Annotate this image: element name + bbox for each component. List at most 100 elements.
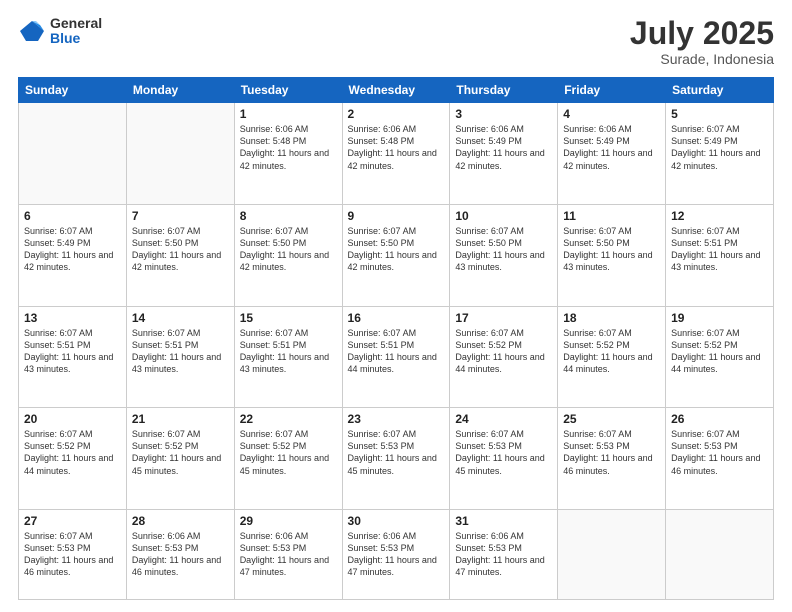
day-cell: 10 Sunrise: 6:07 AM Sunset: 5:50 PM Dayli… bbox=[450, 204, 558, 306]
day-info: Sunrise: 6:07 AM Sunset: 5:53 PM Dayligh… bbox=[671, 428, 768, 477]
day-info: Sunrise: 6:06 AM Sunset: 5:53 PM Dayligh… bbox=[348, 530, 445, 579]
day-number: 11 bbox=[563, 209, 660, 223]
day-number: 27 bbox=[24, 514, 121, 528]
day-number: 17 bbox=[455, 311, 552, 325]
day-number: 13 bbox=[24, 311, 121, 325]
day-info: Sunrise: 6:07 AM Sunset: 5:53 PM Dayligh… bbox=[455, 428, 552, 477]
title-block: July 2025 Surade, Indonesia bbox=[630, 16, 774, 67]
day-cell: 18 Sunrise: 6:07 AM Sunset: 5:52 PM Dayli… bbox=[558, 306, 666, 408]
day-number: 19 bbox=[671, 311, 768, 325]
day-number: 21 bbox=[132, 412, 229, 426]
day-number: 29 bbox=[240, 514, 337, 528]
day-cell bbox=[558, 509, 666, 599]
day-cell: 29 Sunrise: 6:06 AM Sunset: 5:53 PM Dayli… bbox=[234, 509, 342, 599]
logo-blue: Blue bbox=[50, 31, 102, 46]
week-row-2: 6 Sunrise: 6:07 AM Sunset: 5:49 PM Daylig… bbox=[19, 204, 774, 306]
day-number: 8 bbox=[240, 209, 337, 223]
day-info: Sunrise: 6:07 AM Sunset: 5:51 PM Dayligh… bbox=[240, 327, 337, 376]
day-cell: 30 Sunrise: 6:06 AM Sunset: 5:53 PM Dayli… bbox=[342, 509, 450, 599]
day-number: 20 bbox=[24, 412, 121, 426]
day-info: Sunrise: 6:07 AM Sunset: 5:53 PM Dayligh… bbox=[24, 530, 121, 579]
day-number: 30 bbox=[348, 514, 445, 528]
day-number: 23 bbox=[348, 412, 445, 426]
day-number: 25 bbox=[563, 412, 660, 426]
day-info: Sunrise: 6:07 AM Sunset: 5:49 PM Dayligh… bbox=[24, 225, 121, 274]
day-info: Sunrise: 6:07 AM Sunset: 5:52 PM Dayligh… bbox=[671, 327, 768, 376]
day-number: 26 bbox=[671, 412, 768, 426]
day-cell: 31 Sunrise: 6:06 AM Sunset: 5:53 PM Dayli… bbox=[450, 509, 558, 599]
day-number: 24 bbox=[455, 412, 552, 426]
day-cell bbox=[126, 103, 234, 205]
day-cell: 17 Sunrise: 6:07 AM Sunset: 5:52 PM Dayli… bbox=[450, 306, 558, 408]
day-cell: 6 Sunrise: 6:07 AM Sunset: 5:49 PM Daylig… bbox=[19, 204, 127, 306]
day-info: Sunrise: 6:06 AM Sunset: 5:48 PM Dayligh… bbox=[240, 123, 337, 172]
day-number: 6 bbox=[24, 209, 121, 223]
day-cell: 4 Sunrise: 6:06 AM Sunset: 5:49 PM Daylig… bbox=[558, 103, 666, 205]
day-number: 3 bbox=[455, 107, 552, 121]
day-cell: 22Sunrise: 6:07 AM Sunset: 5:52 PM Dayli… bbox=[234, 408, 342, 510]
weekday-header-monday: Monday bbox=[126, 78, 234, 103]
day-cell: 1 Sunrise: 6:06 AM Sunset: 5:48 PM Daylig… bbox=[234, 103, 342, 205]
day-info: Sunrise: 6:07 AM Sunset: 5:51 PM Dayligh… bbox=[348, 327, 445, 376]
logo-icon bbox=[18, 17, 46, 45]
logo: General Blue bbox=[18, 16, 102, 47]
day-info: Sunrise: 6:07 AM Sunset: 5:49 PM Dayligh… bbox=[671, 123, 768, 172]
day-number: 18 bbox=[563, 311, 660, 325]
day-info: Sunrise: 6:07 AM Sunset: 5:53 PM Dayligh… bbox=[563, 428, 660, 477]
day-cell: 9Sunrise: 6:07 AM Sunset: 5:50 PM Daylig… bbox=[342, 204, 450, 306]
day-info: Sunrise: 6:06 AM Sunset: 5:53 PM Dayligh… bbox=[455, 530, 552, 579]
day-number: 1 bbox=[240, 107, 337, 121]
day-number: 12 bbox=[671, 209, 768, 223]
location-subtitle: Surade, Indonesia bbox=[630, 51, 774, 67]
day-info: Sunrise: 6:07 AM Sunset: 5:50 PM Dayligh… bbox=[455, 225, 552, 274]
day-cell: 26 Sunrise: 6:07 AM Sunset: 5:53 PM Dayli… bbox=[666, 408, 774, 510]
weekday-header-friday: Friday bbox=[558, 78, 666, 103]
weekday-header-row: SundayMondayTuesdayWednesdayThursdayFrid… bbox=[19, 78, 774, 103]
weekday-header-saturday: Saturday bbox=[666, 78, 774, 103]
day-cell: 8Sunrise: 6:07 AM Sunset: 5:50 PM Daylig… bbox=[234, 204, 342, 306]
calendar-body: 1 Sunrise: 6:06 AM Sunset: 5:48 PM Daylig… bbox=[19, 103, 774, 600]
logo-general: General bbox=[50, 16, 102, 31]
day-number: 28 bbox=[132, 514, 229, 528]
day-cell: 13 Sunrise: 6:07 AM Sunset: 5:51 PM Dayli… bbox=[19, 306, 127, 408]
weekday-header-tuesday: Tuesday bbox=[234, 78, 342, 103]
week-row-5: 27 Sunrise: 6:07 AM Sunset: 5:53 PM Dayli… bbox=[19, 509, 774, 599]
page: General Blue July 2025 Surade, Indonesia… bbox=[0, 0, 792, 612]
day-info: Sunrise: 6:06 AM Sunset: 5:53 PM Dayligh… bbox=[240, 530, 337, 579]
day-number: 2 bbox=[348, 107, 445, 121]
day-info: Sunrise: 6:06 AM Sunset: 5:49 PM Dayligh… bbox=[455, 123, 552, 172]
day-cell bbox=[19, 103, 127, 205]
calendar-table: SundayMondayTuesdayWednesdayThursdayFrid… bbox=[18, 77, 774, 600]
day-cell bbox=[666, 509, 774, 599]
header: General Blue July 2025 Surade, Indonesia bbox=[18, 16, 774, 67]
day-cell: 19 Sunrise: 6:07 AM Sunset: 5:52 PM Dayli… bbox=[666, 306, 774, 408]
day-cell: 14Sunrise: 6:07 AM Sunset: 5:51 PM Dayli… bbox=[126, 306, 234, 408]
day-info: Sunrise: 6:06 AM Sunset: 5:48 PM Dayligh… bbox=[348, 123, 445, 172]
week-row-4: 20 Sunrise: 6:07 AM Sunset: 5:52 PM Dayli… bbox=[19, 408, 774, 510]
day-info: Sunrise: 6:07 AM Sunset: 5:51 PM Dayligh… bbox=[24, 327, 121, 376]
month-title: July 2025 bbox=[630, 16, 774, 51]
day-info: Sunrise: 6:06 AM Sunset: 5:49 PM Dayligh… bbox=[563, 123, 660, 172]
day-number: 15 bbox=[240, 311, 337, 325]
day-info: Sunrise: 6:07 AM Sunset: 5:52 PM Dayligh… bbox=[455, 327, 552, 376]
day-cell: 2 Sunrise: 6:06 AM Sunset: 5:48 PM Daylig… bbox=[342, 103, 450, 205]
logo-text: General Blue bbox=[50, 16, 102, 47]
day-number: 5 bbox=[671, 107, 768, 121]
day-cell: 27 Sunrise: 6:07 AM Sunset: 5:53 PM Dayli… bbox=[19, 509, 127, 599]
day-cell: 23Sunrise: 6:07 AM Sunset: 5:53 PM Dayli… bbox=[342, 408, 450, 510]
day-number: 10 bbox=[455, 209, 552, 223]
week-row-3: 13 Sunrise: 6:07 AM Sunset: 5:51 PM Dayli… bbox=[19, 306, 774, 408]
day-info: Sunrise: 6:07 AM Sunset: 5:52 PM Dayligh… bbox=[563, 327, 660, 376]
day-number: 4 bbox=[563, 107, 660, 121]
day-info: Sunrise: 6:07 AM Sunset: 5:52 PM Dayligh… bbox=[240, 428, 337, 477]
day-cell: 12Sunrise: 6:07 AM Sunset: 5:51 PM Dayli… bbox=[666, 204, 774, 306]
day-number: 16 bbox=[348, 311, 445, 325]
day-info: Sunrise: 6:07 AM Sunset: 5:50 PM Dayligh… bbox=[132, 225, 229, 274]
day-cell: 21Sunrise: 6:07 AM Sunset: 5:52 PM Dayli… bbox=[126, 408, 234, 510]
day-number: 7 bbox=[132, 209, 229, 223]
day-cell: 24 Sunrise: 6:07 AM Sunset: 5:53 PM Dayli… bbox=[450, 408, 558, 510]
day-number: 31 bbox=[455, 514, 552, 528]
day-cell: 20Sunrise: 6:07 AM Sunset: 5:52 PM Dayli… bbox=[19, 408, 127, 510]
day-cell: 5 Sunrise: 6:07 AM Sunset: 5:49 PM Daylig… bbox=[666, 103, 774, 205]
day-cell: 11Sunrise: 6:07 AM Sunset: 5:50 PM Dayli… bbox=[558, 204, 666, 306]
